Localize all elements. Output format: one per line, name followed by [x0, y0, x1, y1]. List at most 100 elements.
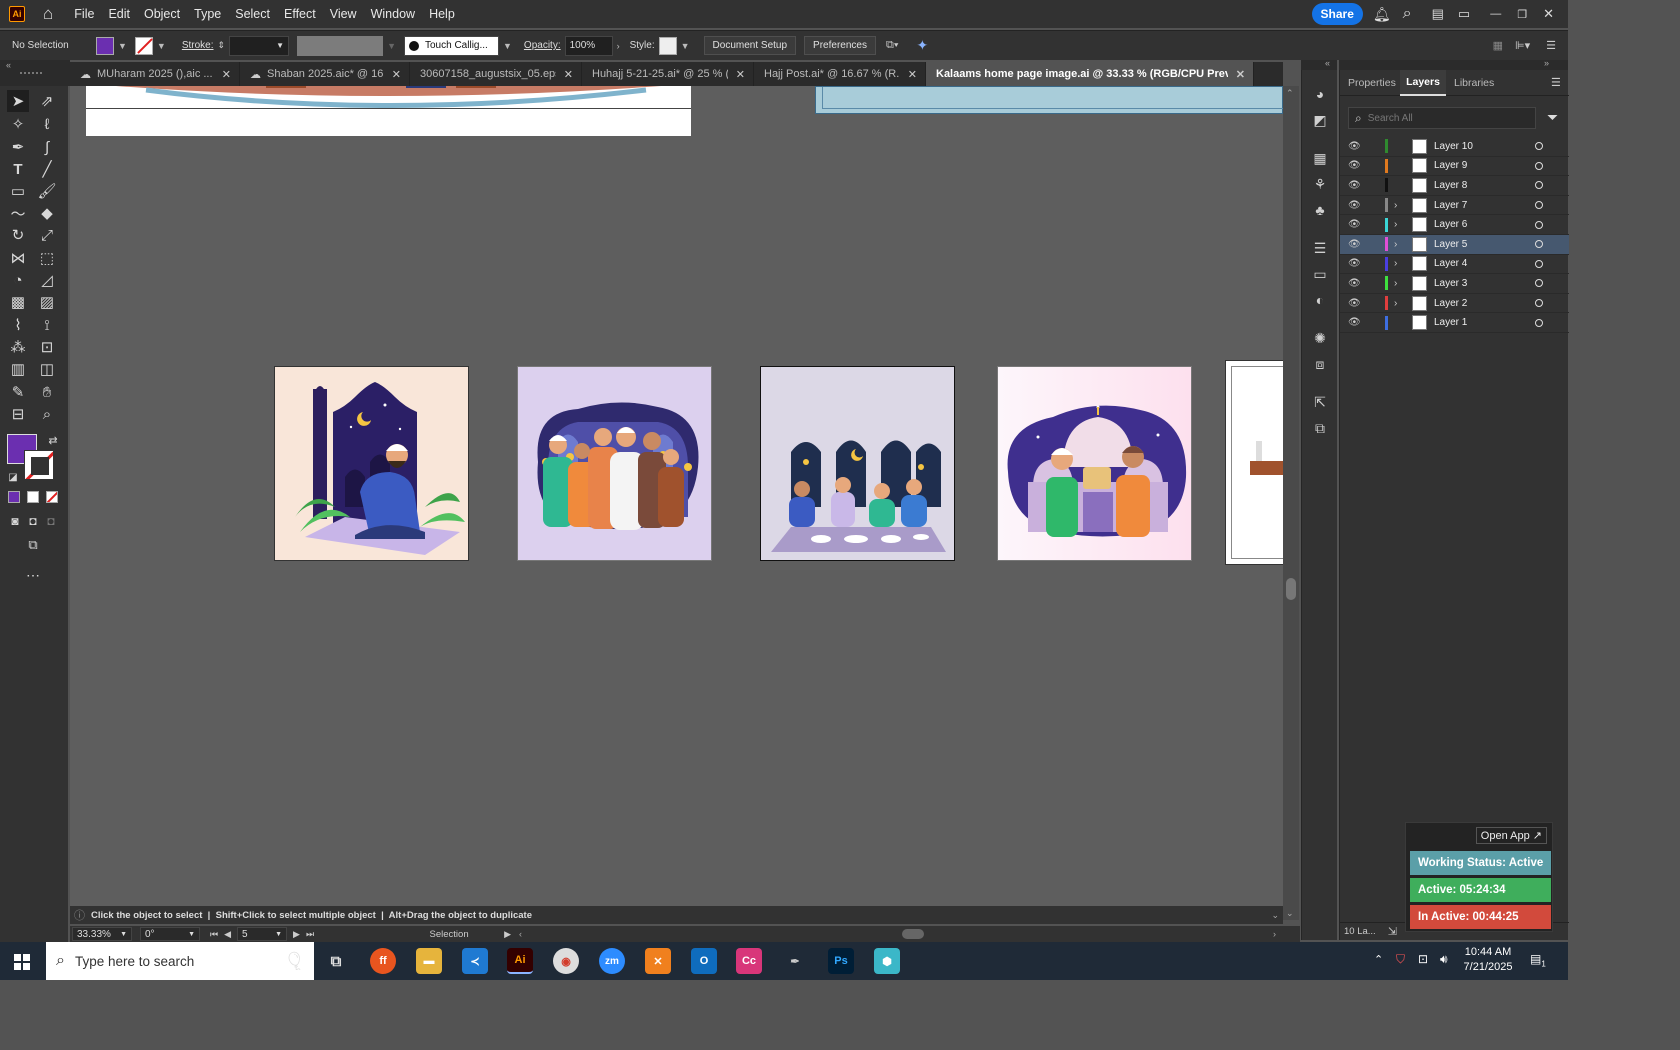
vscode-icon[interactable]: ≺: [462, 948, 488, 974]
recolor-icon[interactable]: ✦: [916, 37, 928, 54]
rotation-input[interactable]: 0° ▼: [140, 927, 200, 941]
layer-target-icon[interactable]: [1535, 299, 1543, 308]
artboard-tool-icon[interactable]: ⊡: [36, 336, 58, 358]
xampp-icon[interactable]: ✕: [645, 948, 671, 974]
expand-chevron-icon[interactable]: ›: [1394, 278, 1397, 289]
layer-target-icon[interactable]: [1535, 240, 1543, 249]
layer-row[interactable]: 👁︎ Layer 10: [1340, 137, 1569, 157]
panel-toggle-icon[interactable]: ▭: [1458, 6, 1470, 22]
chevron-right-icon[interactable]: ›: [617, 41, 620, 51]
tab-properties[interactable]: Properties: [1348, 70, 1396, 96]
layer-target-icon[interactable]: [1535, 142, 1543, 151]
layer-row[interactable]: 👁︎ › Layer 6: [1340, 215, 1569, 235]
layer-target-icon[interactable]: [1535, 201, 1543, 210]
chevron-down-icon[interactable]: ▼: [118, 41, 127, 51]
layer-search-input[interactable]: Search All: [1368, 113, 1413, 124]
notification-icon[interactable]: ▤1: [1530, 952, 1546, 968]
blend-tool-icon[interactable]: ⟟: [36, 314, 58, 336]
tab-layers[interactable]: Layers: [1400, 70, 1446, 96]
visibility-eye-icon[interactable]: 👁︎: [1348, 317, 1361, 328]
direct-selection-tool-icon[interactable]: ⇗: [36, 90, 58, 112]
filter-icon[interactable]: ⏷: [1547, 109, 1558, 126]
scroll-left-icon[interactable]: ‹: [519, 929, 522, 939]
variable-width-profile[interactable]: [297, 35, 384, 56]
artboard-group[interactable]: [517, 366, 712, 561]
menu-view[interactable]: View: [323, 7, 364, 21]
layer-row[interactable]: 👁︎ › Layer 3: [1340, 274, 1569, 294]
workspace-icon[interactable]: ▤: [1432, 6, 1444, 22]
menu-help[interactable]: Help: [422, 7, 462, 21]
line-tool-icon[interactable]: ╱: [36, 158, 58, 180]
layer-target-icon[interactable]: [1535, 181, 1543, 190]
type-tool-icon[interactable]: T: [7, 158, 29, 180]
share-button[interactable]: Share: [1311, 3, 1363, 25]
layer-target-icon[interactable]: [1535, 161, 1543, 170]
layer-row[interactable]: 👁︎ › Layer 7: [1340, 196, 1569, 216]
selection-tool-icon[interactable]: ➤: [7, 90, 29, 112]
rectangle-tool-icon[interactable]: ▭: [7, 180, 29, 202]
artboards-icon[interactable]: ⧉: [1310, 418, 1330, 438]
visibility-eye-icon[interactable]: 👁︎: [1348, 258, 1361, 269]
brushes-icon[interactable]: ⚘: [1310, 174, 1330, 194]
graphic-styles-icon[interactable]: ⧈: [1310, 354, 1330, 374]
lasso-tool-icon[interactable]: ℓ: [36, 113, 58, 135]
layer-row[interactable]: 👁︎ Layer 1: [1340, 313, 1569, 333]
artboard-prayer[interactable]: [274, 366, 469, 561]
collapse-icon[interactable]: «: [6, 60, 11, 70]
creative-cloud-icon[interactable]: Cc: [736, 948, 762, 974]
windows-start-icon[interactable]: [14, 954, 30, 970]
tab-close-icon[interactable]: ✕: [564, 68, 573, 81]
status-menu-icon[interactable]: ▶: [504, 929, 511, 940]
tray-app-icon[interactable]: ⛉: [1396, 952, 1405, 967]
visibility-eye-icon[interactable]: 👁︎: [1348, 160, 1361, 171]
scroll-right-icon[interactable]: ›: [1273, 929, 1276, 939]
paintbrush-tool-icon[interactable]: 🖌︎: [36, 180, 58, 202]
stroke-color-box[interactable]: [24, 450, 54, 480]
distribute-icon[interactable]: ⊫▾: [1515, 39, 1530, 52]
gradient-mode-button[interactable]: [27, 491, 39, 503]
firefox-icon[interactable]: ff: [370, 948, 396, 974]
document-tab[interactable]: Hajj Post.ai* @ 16.67 % (R... ✕: [754, 62, 926, 86]
menu-window[interactable]: Window: [364, 7, 422, 21]
layer-row[interactable]: 👁︎ › Layer 4: [1340, 255, 1569, 275]
gradient-icon[interactable]: ▭: [1310, 264, 1330, 284]
menu-object[interactable]: Object: [137, 7, 187, 21]
zoom-tool-icon[interactable]: ⌕: [36, 403, 58, 425]
taskbar-search-input[interactable]: Type here to search: [75, 954, 194, 969]
visibility-eye-icon[interactable]: 👁︎: [1348, 180, 1361, 191]
appearance-icon[interactable]: ✺: [1310, 328, 1330, 348]
tray-expand-icon[interactable]: ⌃: [1374, 953, 1383, 966]
zoom-input[interactable]: 33.33% ▼: [72, 927, 132, 941]
default-colors-icon[interactable]: ◪: [2, 466, 24, 488]
document-tab[interactable]: 30607158_augustsix_05.eps* ✕: [410, 62, 582, 86]
expand-chevron-icon[interactable]: ›: [1394, 219, 1397, 230]
align-icon[interactable]: ▦: [1493, 39, 1503, 52]
tab-close-icon[interactable]: ✕: [1236, 68, 1245, 81]
outlook-icon[interactable]: O: [691, 948, 717, 974]
visibility-eye-icon[interactable]: 👁︎: [1348, 200, 1361, 211]
stroke-swatch[interactable]: [134, 36, 153, 55]
visibility-eye-icon[interactable]: 👁︎: [1348, 141, 1361, 152]
restore-icon[interactable]: ❐: [1517, 8, 1527, 21]
last-artboard-icon[interactable]: ⏭: [306, 929, 314, 940]
layer-target-icon[interactable]: [1535, 259, 1543, 268]
volume-icon[interactable]: 🔊︎: [1440, 952, 1448, 967]
tab-libraries[interactable]: Libraries: [1454, 70, 1494, 96]
search-icon[interactable]: ⌕: [1403, 5, 1412, 23]
none-mode-button[interactable]: [46, 491, 58, 503]
artboard-iftar[interactable]: [760, 366, 955, 561]
document-tab[interactable]: ☁ MUharam 2025 (),aic ... ✕: [70, 62, 240, 86]
document-tab[interactable]: ☁ Shaban 2025.aic* @ 16... ✕: [240, 62, 410, 86]
chevron-down-icon[interactable]: ⌄: [1271, 910, 1279, 921]
taskbar-search[interactable]: ⌕ Type here to search 🎈︎: [46, 942, 314, 980]
fill-swatch[interactable]: [96, 36, 114, 55]
scale-tool-icon[interactable]: ⤢: [36, 224, 58, 246]
close-icon[interactable]: ✕: [1543, 6, 1554, 22]
document-tab[interactable]: Kalaams home page image.ai @ 33.33 % (RG…: [926, 62, 1254, 86]
chevron-down-icon[interactable]: ▼: [157, 41, 166, 51]
free-transform-tool-icon[interactable]: ⬚: [36, 247, 58, 269]
gradient-tool-icon[interactable]: ▨: [36, 291, 58, 313]
layer-target-icon[interactable]: [1535, 318, 1543, 327]
vertical-scrollbar[interactable]: ⌃ ⌄: [1283, 86, 1299, 920]
network-icon[interactable]: ⊡: [1418, 952, 1428, 966]
